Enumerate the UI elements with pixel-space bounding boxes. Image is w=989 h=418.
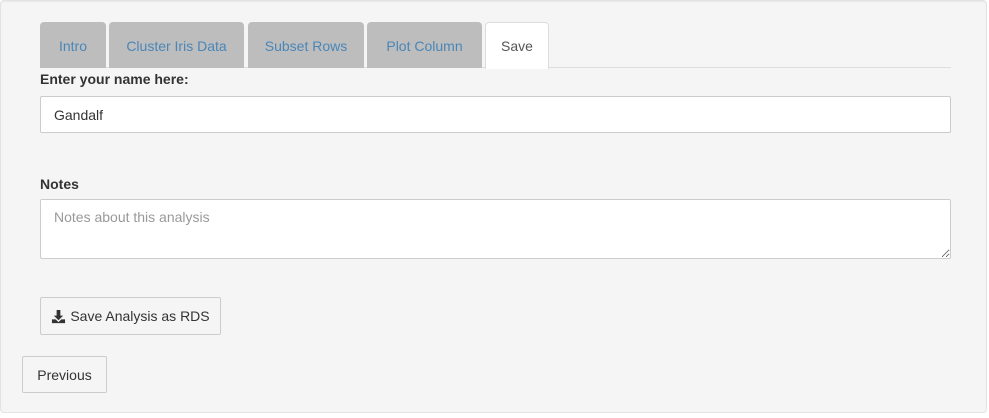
save-analysis-button[interactable]: Save Analysis as RDS: [40, 297, 221, 335]
tab-cluster-iris-data[interactable]: Cluster Iris Data: [109, 22, 244, 68]
tab-subset-rows[interactable]: Subset Rows: [248, 22, 364, 68]
notes-field-label: Notes: [40, 176, 79, 192]
name-field-label: Enter your name here:: [40, 71, 189, 87]
app-page: Intro Cluster Iris Data Subset Rows Plot…: [0, 0, 989, 418]
tab-save[interactable]: Save: [485, 22, 549, 69]
previous-button-label: Previous: [37, 366, 92, 383]
tab-plot-column[interactable]: Plot Column: [367, 22, 482, 68]
notes-textarea[interactable]: [40, 199, 951, 259]
name-input[interactable]: [40, 96, 951, 133]
tab-bar: Intro Cluster Iris Data Subset Rows Plot…: [40, 22, 951, 69]
tab-intro[interactable]: Intro: [40, 22, 106, 68]
download-icon: [52, 309, 66, 323]
previous-button[interactable]: Previous: [22, 356, 107, 393]
well-panel: Intro Cluster Iris Data Subset Rows Plot…: [0, 0, 987, 413]
save-analysis-button-label: Save Analysis as RDS: [70, 308, 210, 324]
